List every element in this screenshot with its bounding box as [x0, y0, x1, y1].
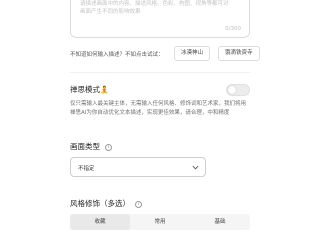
- info-icon[interactable]: i: [105, 144, 112, 151]
- prompt-placeholder: 请描述画面中的内容、描述风格、色彩、构图、视角等都可对画面产生不同的影响效果: [80, 1, 229, 15]
- example-hint-text: 不知道如何输入描述？不如点击试试：: [70, 52, 164, 58]
- toggle-knob: [228, 86, 236, 94]
- chevron-down-icon: [192, 165, 199, 170]
- divider: [70, 72, 250, 73]
- tab-basic[interactable]: 基础: [190, 214, 250, 230]
- style-modifiers-label: 风格修饰（多选）: [70, 199, 130, 208]
- example-chip[interactable]: 饿滴铁资寺: [218, 46, 260, 61]
- canvas-type-select[interactable]: 不指定: [70, 157, 206, 177]
- style-tabs: 收藏 常用 基础: [70, 214, 250, 230]
- meditation-icon: 🧘: [100, 86, 109, 94]
- character-counter: 0/300: [225, 26, 241, 32]
- zen-mode-description: 仅只需输入最关键主体，无需输入任何风格、修饰词和艺术家，我们将用禅思AI为你自动…: [70, 101, 247, 116]
- prompt-textarea[interactable]: 请描述画面中的内容、描述风格、色彩、构图、视角等都可对画面产生不同的影响效果 0…: [70, 0, 250, 38]
- tab-common[interactable]: 常用: [130, 214, 190, 230]
- example-chip[interactable]: 冰漠神山: [174, 46, 211, 61]
- example-hint-row: 不知道如何输入描述？不如点击试试： 冰漠神山 饿滴铁资寺: [70, 46, 260, 62]
- zen-mode-title: 禅思模式🧘: [70, 84, 109, 95]
- canvas-type-title: 画面类型 i: [70, 141, 112, 152]
- screen: 请描述画面中的内容、描述风格、色彩、构图、视角等都可对画面产生不同的影响效果 0…: [0, 0, 320, 240]
- canvas-type-value: 不指定: [78, 166, 95, 172]
- zen-mode-toggle[interactable]: [226, 84, 250, 96]
- canvas-type-label: 画面类型: [70, 142, 100, 151]
- tab-favorites[interactable]: 收藏: [70, 214, 130, 230]
- zen-mode-label: 禅思模式: [70, 85, 100, 94]
- info-icon[interactable]: i: [135, 201, 142, 208]
- style-modifiers-title: 风格修饰（多选） i: [70, 198, 142, 209]
